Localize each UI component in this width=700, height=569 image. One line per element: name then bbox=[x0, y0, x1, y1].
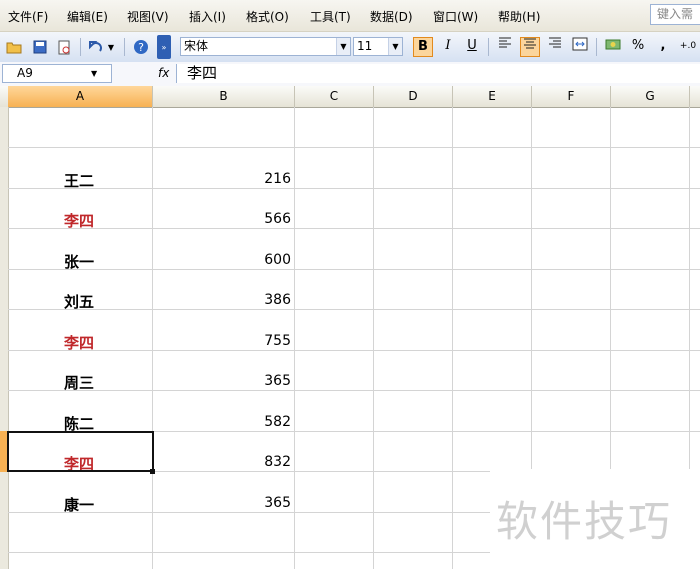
font-name-value: 宋体 bbox=[184, 39, 209, 53]
gridline bbox=[152, 107, 153, 569]
name-box-value: A9 bbox=[17, 66, 33, 80]
gridline bbox=[8, 188, 700, 189]
cell-a-name[interactable]: 李四 bbox=[64, 210, 94, 231]
underline-button[interactable]: U bbox=[462, 37, 482, 57]
currency-icon[interactable] bbox=[603, 37, 623, 57]
column-header-g[interactable]: G bbox=[611, 86, 690, 107]
column-header-f[interactable]: F bbox=[532, 86, 611, 107]
gridline bbox=[8, 228, 700, 229]
chevron-down-icon[interactable]: ▼ bbox=[336, 38, 350, 55]
italic-button[interactable]: I bbox=[438, 37, 458, 57]
align-left-icon[interactable] bbox=[495, 37, 515, 57]
cell-b-value[interactable]: 386 bbox=[264, 292, 291, 308]
column-header-d[interactable]: D bbox=[374, 86, 453, 107]
svg-text:?: ? bbox=[138, 41, 144, 54]
toolbar-separator bbox=[80, 38, 81, 56]
menu-help[interactable]: 帮助(H) bbox=[498, 8, 540, 25]
gridline bbox=[452, 107, 453, 569]
cell-a-name[interactable]: 康一 bbox=[64, 494, 94, 515]
menu-view[interactable]: 视图(V) bbox=[127, 8, 169, 25]
cell-b-value[interactable]: 365 bbox=[264, 495, 291, 511]
toolbar-separator bbox=[596, 38, 597, 56]
menu-insert[interactable]: 插入(I) bbox=[189, 8, 226, 25]
font-size-value: 11 bbox=[357, 39, 373, 53]
menu-window[interactable]: 窗口(W) bbox=[433, 8, 478, 25]
toolbar-separator bbox=[124, 38, 125, 56]
cell-b-value[interactable]: 832 bbox=[264, 454, 291, 470]
menu-data[interactable]: 数据(D) bbox=[370, 8, 413, 25]
gridline bbox=[8, 390, 700, 391]
gridline bbox=[8, 269, 700, 270]
percent-button[interactable]: % bbox=[628, 37, 648, 57]
font-name-select[interactable]: 宋体 ▼ bbox=[180, 37, 351, 56]
column-headers: A B C D E F G bbox=[0, 86, 700, 108]
cell-b-value[interactable]: 755 bbox=[264, 333, 291, 349]
print-preview-icon[interactable] bbox=[55, 38, 73, 56]
cell-a-name[interactable]: 王二 bbox=[64, 170, 94, 191]
cell-b-value[interactable]: 216 bbox=[264, 171, 291, 187]
help-search-input[interactable]: 键入需 bbox=[650, 4, 700, 25]
menu-edit[interactable]: 编辑(E) bbox=[67, 8, 108, 25]
cell-a-name[interactable]: 刘五 bbox=[64, 291, 94, 312]
bold-button[interactable]: B bbox=[413, 37, 433, 57]
toolbar-separator bbox=[488, 38, 489, 56]
cell-a-name[interactable]: 张一 bbox=[64, 251, 94, 272]
cell-b-value[interactable]: 365 bbox=[264, 373, 291, 389]
name-box[interactable]: A9 ▼ bbox=[2, 64, 112, 83]
open-folder-icon[interactable] bbox=[5, 38, 23, 56]
cell-a-name[interactable]: 李四 bbox=[64, 332, 94, 353]
toolbar: ▼ ? » 宋体 ▼ 11 ▼ B I U % , +.0 bbox=[0, 32, 700, 63]
menu-file[interactable]: 文件(F) bbox=[8, 8, 48, 25]
cell-b-value[interactable]: 566 bbox=[264, 211, 291, 227]
cell-b-value[interactable]: 600 bbox=[264, 252, 291, 268]
gridline bbox=[8, 147, 700, 148]
gridline bbox=[8, 309, 700, 310]
align-right-icon[interactable] bbox=[545, 37, 565, 57]
save-icon[interactable] bbox=[31, 38, 49, 56]
column-header-b[interactable]: B bbox=[153, 86, 295, 107]
merge-center-icon[interactable] bbox=[570, 37, 590, 57]
undo-icon[interactable] bbox=[86, 38, 104, 56]
menu-tools[interactable]: 工具(T) bbox=[310, 8, 351, 25]
column-header-c[interactable]: C bbox=[295, 86, 374, 107]
align-center-icon[interactable] bbox=[520, 37, 540, 57]
undo-dropdown-icon[interactable]: ▼ bbox=[106, 38, 116, 56]
gridline bbox=[294, 107, 295, 569]
cell-a-name[interactable]: 周三 bbox=[64, 372, 94, 393]
help-icon[interactable]: ? bbox=[132, 38, 150, 56]
function-icon[interactable]: fx bbox=[158, 66, 169, 80]
font-size-select[interactable]: 11 ▼ bbox=[353, 37, 403, 56]
column-header-e[interactable]: E bbox=[453, 86, 532, 107]
gridline bbox=[8, 350, 700, 351]
menu-bar: 文件(F) 编辑(E) 视图(V) 插入(I) 格式(O) 工具(T) 数据(D… bbox=[0, 0, 700, 32]
row-headers bbox=[0, 107, 9, 569]
formula-input[interactable]: 李四 bbox=[176, 64, 700, 83]
formula-bar: A9 ▼ fx 李四 bbox=[0, 62, 700, 87]
column-header-a[interactable]: A bbox=[8, 86, 153, 107]
active-cell-a9[interactable] bbox=[7, 431, 154, 472]
menu-format[interactable]: 格式(O) bbox=[246, 8, 289, 25]
chevron-down-icon[interactable]: ▼ bbox=[91, 65, 97, 82]
chevron-down-icon[interactable]: ▼ bbox=[388, 38, 402, 55]
increase-decimal-icon[interactable]: +.0 bbox=[678, 37, 698, 57]
toolbar-options-icon[interactable]: » bbox=[157, 35, 171, 59]
fill-handle[interactable] bbox=[150, 469, 155, 474]
gridline bbox=[373, 107, 374, 569]
watermark: 软件技巧 bbox=[496, 497, 673, 546]
comma-style-button[interactable]: , bbox=[653, 37, 673, 57]
cell-b-value[interactable]: 582 bbox=[264, 414, 291, 430]
